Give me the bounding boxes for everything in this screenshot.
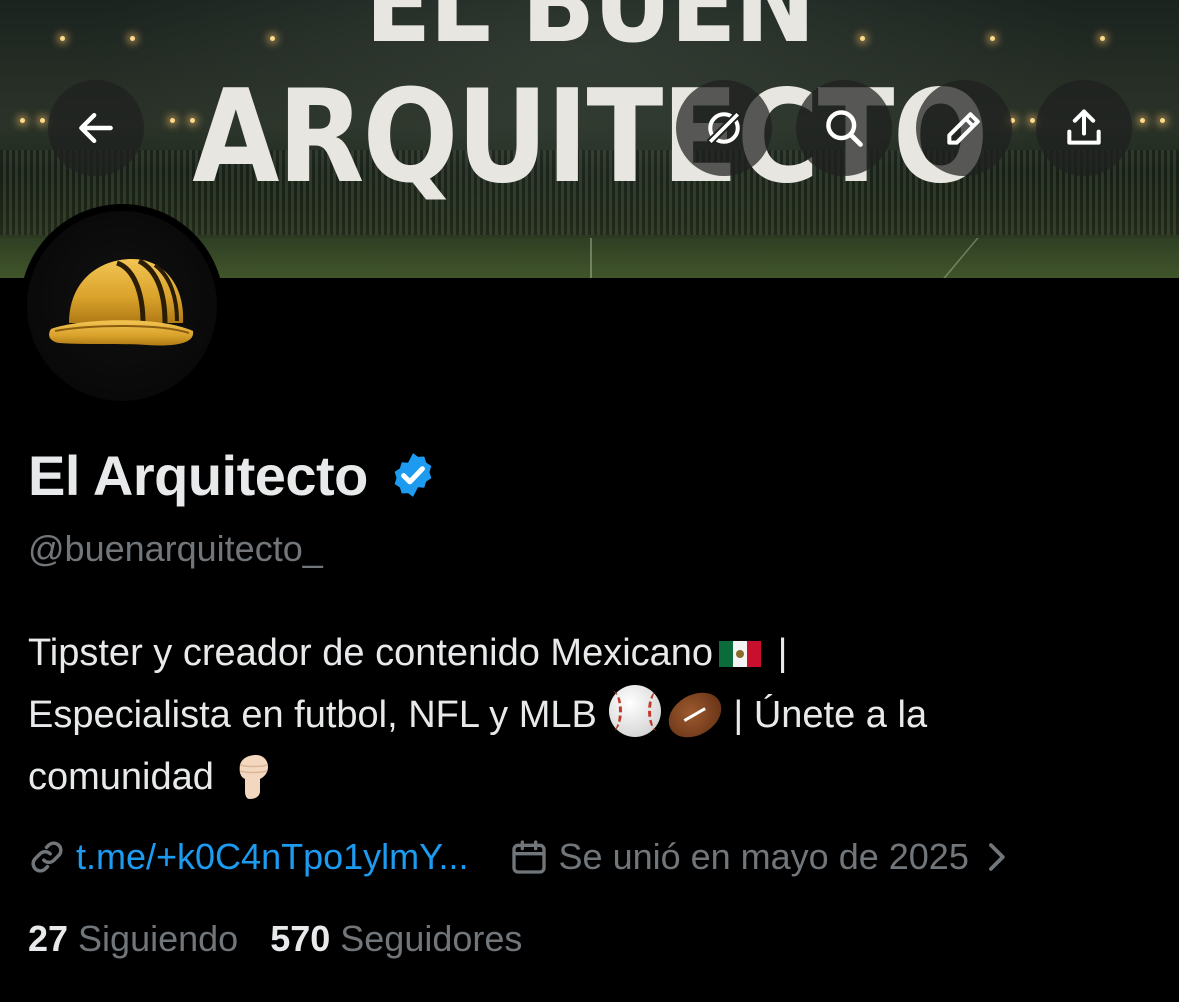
hard-hat-icon <box>49 258 194 346</box>
search-icon <box>826 110 863 147</box>
share-upload-icon <box>1067 109 1101 145</box>
mexico-flag-icon <box>719 641 762 667</box>
banner-title-line1: EL BUEN <box>365 0 815 67</box>
profile-name: El Arquitecto <box>28 440 438 510</box>
chevron-right-icon[interactable] <box>983 840 1009 874</box>
profile-meta: t.me/+k0C4nTpo1ylmY... Se unió en mayo d… <box>28 832 1009 882</box>
pointing-down-icon <box>239 755 269 799</box>
bio-line2: Especialista en futbol, NFL y MLB <box>28 694 597 736</box>
joined-date: Se unió en mayo de 2025 <box>558 836 969 877</box>
pencil-icon <box>947 112 980 145</box>
avatar[interactable] <box>20 204 224 408</box>
grok-button[interactable] <box>676 80 772 176</box>
calendar-icon <box>511 840 546 874</box>
bio-line3: comunidad <box>28 756 214 798</box>
back-button[interactable] <box>48 80 144 176</box>
profile-name-text: El Arquitecto <box>28 443 368 507</box>
profile-bio: Tipster y creador de contenido Mexicano … <box>28 622 1148 808</box>
grok-icon <box>706 110 742 146</box>
bio-line2-end: | Únete a la <box>733 694 928 736</box>
search-button[interactable] <box>796 80 892 176</box>
profile-handle: @buenarquitecto_ <box>28 528 323 569</box>
link-icon <box>31 841 63 873</box>
baseball-icon <box>608 685 661 737</box>
following-count: 27 <box>28 918 69 959</box>
football-icon <box>660 683 730 747</box>
following-link[interactable]: 27 Siguiendo <box>28 918 238 959</box>
bio-line1: Tipster y creador de contenido Mexicano <box>28 632 714 674</box>
followers-count: 570 <box>270 918 331 959</box>
following-label: Siguiendo <box>78 918 239 959</box>
verified-badge-icon[interactable] <box>388 450 438 500</box>
followers-link[interactable]: 570 Seguidores <box>270 918 522 959</box>
bio-line1-end: | <box>777 632 788 674</box>
share-button[interactable] <box>1036 80 1132 176</box>
arrow-left-icon <box>79 112 113 144</box>
followers-label: Seguidores <box>340 918 523 959</box>
profile-link[interactable]: t.me/+k0C4nTpo1ylmY... <box>76 836 469 878</box>
edit-button[interactable] <box>916 80 1012 176</box>
follow-counts: 27 Siguiendo 570 Seguidores <box>28 918 522 960</box>
